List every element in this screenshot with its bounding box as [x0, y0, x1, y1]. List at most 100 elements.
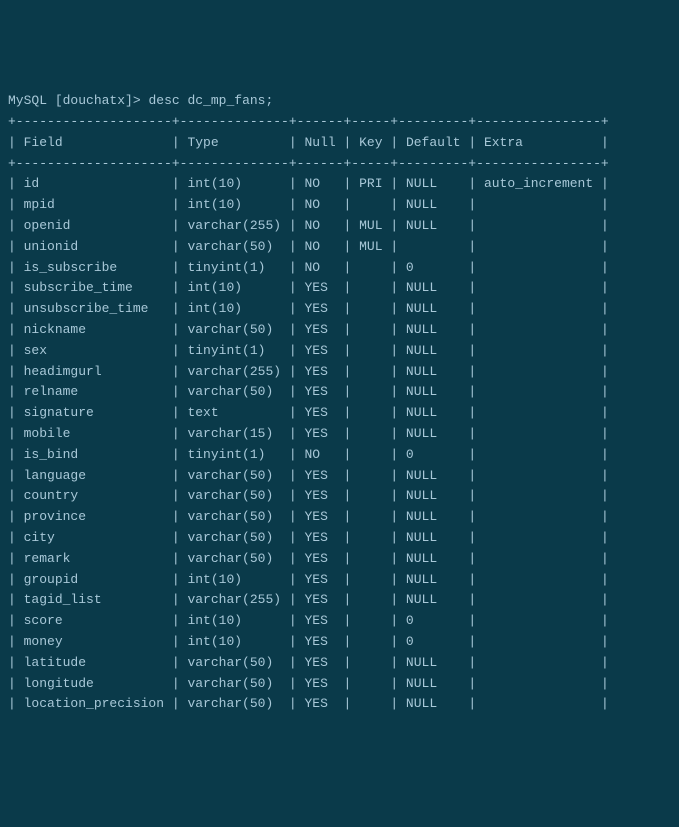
- cell-null: YES: [304, 384, 335, 399]
- table-row: | is_bind | tinyint(1) | NO | | 0 | |: [8, 447, 609, 462]
- cell-key: [359, 592, 382, 607]
- cell-key: [359, 447, 382, 462]
- header-type: Type: [187, 135, 218, 150]
- cell-field: subscribe_time: [24, 280, 164, 295]
- table-row: | tagid_list | varchar(255) | YES | | NU…: [8, 592, 609, 607]
- cell-null: YES: [304, 280, 335, 295]
- terminal-output: MySQL [douchatx]> desc dc_mp_fans; +----…: [8, 91, 671, 715]
- cell-extra: [484, 634, 593, 649]
- cell-key: [359, 696, 382, 711]
- cell-key: [359, 655, 382, 670]
- table-row: | openid | varchar(255) | NO | MUL | NUL…: [8, 218, 609, 233]
- cell-null: YES: [304, 364, 335, 379]
- cell-key: [359, 634, 382, 649]
- cell-field: relname: [24, 384, 164, 399]
- cell-extra: [484, 509, 593, 524]
- cell-field: latitude: [24, 655, 164, 670]
- cell-extra: [484, 218, 593, 233]
- cell-default: NULL: [406, 488, 461, 503]
- cell-key: [359, 572, 382, 587]
- cell-default: [406, 239, 461, 254]
- cell-type: varchar(50): [187, 322, 281, 337]
- cell-key: [359, 426, 382, 441]
- cell-null: YES: [304, 405, 335, 420]
- cell-type: int(10): [187, 280, 281, 295]
- database-name: [douchatx]>: [55, 93, 141, 108]
- cell-null: NO: [304, 197, 335, 212]
- header-key: Key: [359, 135, 382, 150]
- header-field: Field: [24, 135, 63, 150]
- cell-null: YES: [304, 676, 335, 691]
- cell-type: int(10): [187, 301, 281, 316]
- cell-field: language: [24, 468, 164, 483]
- cell-key: [359, 384, 382, 399]
- cell-type: varchar(255): [187, 592, 281, 607]
- table-row: | country | varchar(50) | YES | | NULL |…: [8, 488, 609, 503]
- cell-key: [359, 405, 382, 420]
- cell-default: 0: [406, 260, 461, 275]
- cell-extra: [484, 239, 593, 254]
- table-top-border: +--------------------+--------------+---…: [8, 114, 609, 129]
- cell-null: YES: [304, 572, 335, 587]
- cell-type: varchar(255): [187, 218, 281, 233]
- cell-extra: [484, 572, 593, 587]
- cell-default: NULL: [406, 509, 461, 524]
- cell-type: varchar(50): [187, 676, 281, 691]
- cell-extra: [484, 301, 593, 316]
- cell-type: int(10): [187, 572, 281, 587]
- cell-key: [359, 343, 382, 358]
- cell-field: signature: [24, 405, 164, 420]
- cell-key: MUL: [359, 239, 382, 254]
- cell-key: [359, 364, 382, 379]
- cell-null: YES: [304, 322, 335, 337]
- cell-null: YES: [304, 426, 335, 441]
- cell-key: [359, 197, 382, 212]
- cell-extra: [484, 551, 593, 566]
- cell-extra: [484, 364, 593, 379]
- cell-default: 0: [406, 447, 461, 462]
- cell-default: NULL: [406, 364, 461, 379]
- cell-type: varchar(50): [187, 239, 281, 254]
- cell-type: varchar(50): [187, 509, 281, 524]
- cell-field: longitude: [24, 676, 164, 691]
- cell-extra: [484, 488, 593, 503]
- cell-null: YES: [304, 343, 335, 358]
- cell-key: [359, 551, 382, 566]
- cell-extra: [484, 405, 593, 420]
- cell-type: int(10): [187, 613, 281, 628]
- table-row: | city | varchar(50) | YES | | NULL | |: [8, 530, 609, 545]
- cell-null: YES: [304, 655, 335, 670]
- cell-default: NULL: [406, 218, 461, 233]
- cell-null: YES: [304, 530, 335, 545]
- table-row: | latitude | varchar(50) | YES | | NULL …: [8, 655, 609, 670]
- cell-default: NULL: [406, 676, 461, 691]
- cell-null: YES: [304, 468, 335, 483]
- cell-field: score: [24, 613, 164, 628]
- cell-default: NULL: [406, 343, 461, 358]
- cell-default: NULL: [406, 280, 461, 295]
- cell-type: varchar(15): [187, 426, 281, 441]
- cell-field: money: [24, 634, 164, 649]
- cell-type: int(10): [187, 176, 281, 191]
- table-row: | money | int(10) | YES | | 0 | |: [8, 634, 609, 649]
- cell-field: unsubscribe_time: [24, 301, 164, 316]
- cell-extra: [484, 676, 593, 691]
- cell-field: mpid: [24, 197, 164, 212]
- cell-default: NULL: [406, 176, 461, 191]
- sql-command[interactable]: desc dc_mp_fans;: [148, 93, 273, 108]
- cell-extra: [484, 426, 593, 441]
- cell-default: NULL: [406, 551, 461, 566]
- cell-extra: [484, 613, 593, 628]
- table-header-divider: +--------------------+--------------+---…: [8, 156, 609, 171]
- cell-field: tagid_list: [24, 592, 164, 607]
- table-body: | id | int(10) | NO | PRI | NULL | auto_…: [8, 174, 671, 715]
- cell-field: is_bind: [24, 447, 164, 462]
- cell-null: NO: [304, 447, 335, 462]
- cell-type: varchar(50): [187, 696, 281, 711]
- cell-null: NO: [304, 260, 335, 275]
- table-row: | unsubscribe_time | int(10) | YES | | N…: [8, 301, 609, 316]
- table-row: | longitude | varchar(50) | YES | | NULL…: [8, 676, 609, 691]
- table-row: | nickname | varchar(50) | YES | | NULL …: [8, 322, 609, 337]
- table-row: | language | varchar(50) | YES | | NULL …: [8, 468, 609, 483]
- table-row: | is_subscribe | tinyint(1) | NO | | 0 |…: [8, 260, 609, 275]
